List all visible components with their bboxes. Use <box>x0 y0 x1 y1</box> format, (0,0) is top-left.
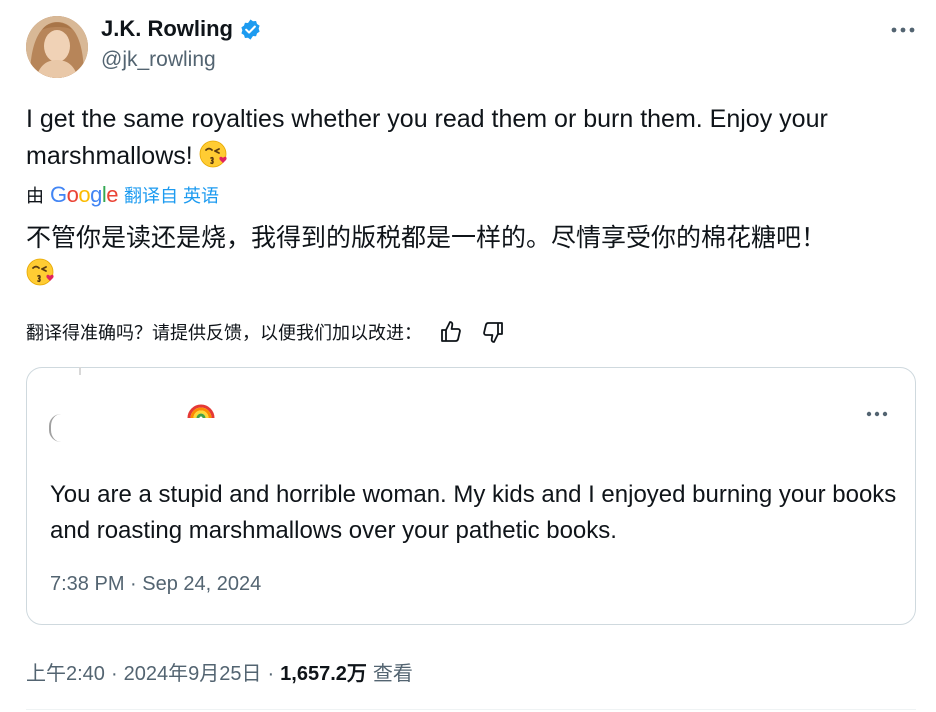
meta-separator: · <box>110 663 118 685</box>
kissing-face-emoji-icon <box>199 139 229 169</box>
views-count: 1,657.2万 <box>280 663 367 685</box>
translate-by-label: 由 <box>26 186 44 206</box>
google-logo: Google <box>50 182 119 207</box>
verified-badge-icon <box>239 18 262 41</box>
tweet-meta: 上午2:40 · 2024年9月25日 · 1,657.2万 查看 <box>26 657 413 686</box>
quote-divider-mark <box>79 367 81 375</box>
quoted-author-avatar[interactable] <box>49 414 61 442</box>
post-time[interactable]: 上午2:40 <box>26 657 105 686</box>
translated-text-content: 不管你是读还是烧，我得到的版税都是一样的。尽情享受你的棉花糖吧！ <box>26 224 827 252</box>
author-name-text[interactable]: J.K. Rowling <box>101 16 233 42</box>
feedback-prompt: 翻译得准确吗？请提供反馈，以便我们加以改进： <box>26 323 422 343</box>
meta-separator: · <box>267 663 275 685</box>
thumbs-up-icon[interactable] <box>438 319 464 345</box>
quoted-tweet-card[interactable]: You are a stupid and horrible woman. My … <box>26 367 916 625</box>
author-avatar[interactable] <box>26 16 88 78</box>
rainbow-emoji-icon <box>187 398 215 427</box>
translation-attribution: 由 Google 翻译自 英语 <box>26 182 219 208</box>
translated-text: 不管你是读还是烧，我得到的版税都是一样的。尽情享受你的棉花糖吧！ <box>26 220 906 292</box>
tweet-text-line1: I get the same royalties whether you rea… <box>26 105 828 133</box>
divider <box>26 709 916 710</box>
thumbs-down-icon[interactable] <box>480 319 506 345</box>
views-label[interactable]: 查看 <box>373 657 413 686</box>
kissing-face-emoji-icon <box>26 257 56 287</box>
tweet-text-line2: marshmallows! <box>26 142 193 170</box>
translated-from-link[interactable]: 翻译自 英语 <box>124 182 219 208</box>
tweet-text: I get the same royalties whether you rea… <box>26 101 906 175</box>
author-handle[interactable]: @jk_rowling <box>101 48 216 72</box>
quoted-tweet-timestamp[interactable]: 7:38 PM · Sep 24, 2024 <box>50 573 261 596</box>
more-options-icon[interactable] <box>890 18 916 42</box>
post-date[interactable]: 2024年9月25日 <box>124 657 262 686</box>
quote-more-options-icon[interactable] <box>864 404 890 424</box>
translation-feedback: 翻译得准确吗？请提供反馈，以便我们加以改进： <box>26 319 506 345</box>
quoted-tweet-text: You are a stupid and horrible woman. My … <box>50 481 897 544</box>
author-name[interactable]: J.K. Rowling <box>101 16 262 42</box>
